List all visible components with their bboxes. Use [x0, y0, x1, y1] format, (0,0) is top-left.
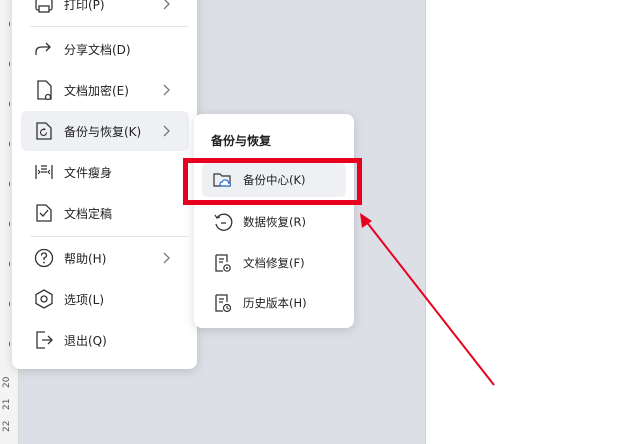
menu-item-label: 文件瘦身 [64, 165, 113, 180]
document-page [425, 0, 640, 444]
document-repair-icon [212, 252, 234, 274]
ruler-number: 20 [2, 376, 12, 388]
file-menu: 打印(P) 分享文档(D) 文档加密(E) 备份与恢复(K) 文件瘦身 文档定稿… [12, 0, 197, 369]
ruler-tick [9, 142, 10, 146]
menu-item-label: 备份与恢复(K) [64, 124, 142, 139]
menu-item-exit[interactable]: 退出(Q) [21, 320, 189, 360]
menu-item-document-finalize[interactable]: 文档定稿 [21, 193, 189, 233]
submenu-item-document-repair[interactable]: 文档修复(F) [202, 246, 346, 280]
chevron-right-icon [157, 122, 175, 140]
menu-item-label: 退出(Q) [64, 333, 107, 348]
chevron-right-icon [157, 0, 175, 13]
backup-restore-icon [32, 119, 56, 143]
annotation-highlight-box [183, 158, 362, 205]
document-lock-icon [32, 78, 56, 102]
submenu-item-label: 历史版本(H) [243, 296, 307, 310]
submenu-title: 备份与恢复 [211, 134, 272, 148]
chevron-right-icon [157, 81, 175, 99]
menu-item-document-encrypt[interactable]: 文档加密(E) [21, 70, 189, 110]
history-version-icon [212, 292, 234, 314]
menu-item-file-slim[interactable]: 文件瘦身 [21, 152, 189, 192]
submenu-item-history-version[interactable]: 历史版本(H) [202, 286, 346, 320]
ruler-tick [9, 102, 10, 106]
menu-item-print[interactable]: 打印(P) [21, 0, 189, 24]
ruler-tick [9, 182, 10, 186]
submenu-item-label: 文档修复(F) [243, 256, 305, 270]
menu-item-label: 分享文档(D) [64, 42, 131, 57]
menu-item-label: 文档加密(E) [64, 83, 129, 98]
data-restore-icon [212, 211, 234, 233]
ruler-tick [9, 62, 10, 66]
submenu-item-label: 数据恢复(R) [243, 215, 306, 229]
ruler-tick [9, 342, 10, 346]
file-slim-icon [32, 160, 56, 184]
chevron-right-icon [157, 249, 175, 267]
ruler-number: 21 [2, 398, 12, 410]
ruler-tick [9, 302, 10, 306]
menu-item-label: 帮助(H) [64, 251, 107, 266]
ruler-tick [9, 222, 10, 226]
options-icon [32, 287, 56, 311]
menu-item-help[interactable]: 帮助(H) [21, 238, 189, 278]
submenu-item-data-restore[interactable]: 数据恢复(R) [202, 205, 346, 239]
ruler-tick [9, 22, 10, 26]
printer-icon [32, 0, 56, 16]
ruler-tick [9, 262, 10, 266]
menu-divider [30, 236, 188, 237]
menu-item-share-document[interactable]: 分享文档(D) [21, 29, 189, 69]
menu-divider [30, 26, 188, 27]
menu-item-label: 文档定稿 [64, 206, 113, 221]
menu-item-label: 打印(P) [64, 0, 105, 12]
ruler-number: 22 [2, 420, 12, 432]
help-icon [32, 246, 56, 270]
menu-item-options[interactable]: 选项(L) [21, 279, 189, 319]
document-finalize-icon [32, 201, 56, 225]
exit-icon [32, 328, 56, 352]
backup-restore-submenu: 备份与恢复 备份中心(K) 数据恢复(R) 文档修复(F) 历史版本(H) [194, 114, 354, 328]
share-icon [32, 37, 56, 61]
menu-item-backup-restore[interactable]: 备份与恢复(K) [21, 111, 189, 151]
menu-item-label: 选项(L) [64, 292, 105, 307]
